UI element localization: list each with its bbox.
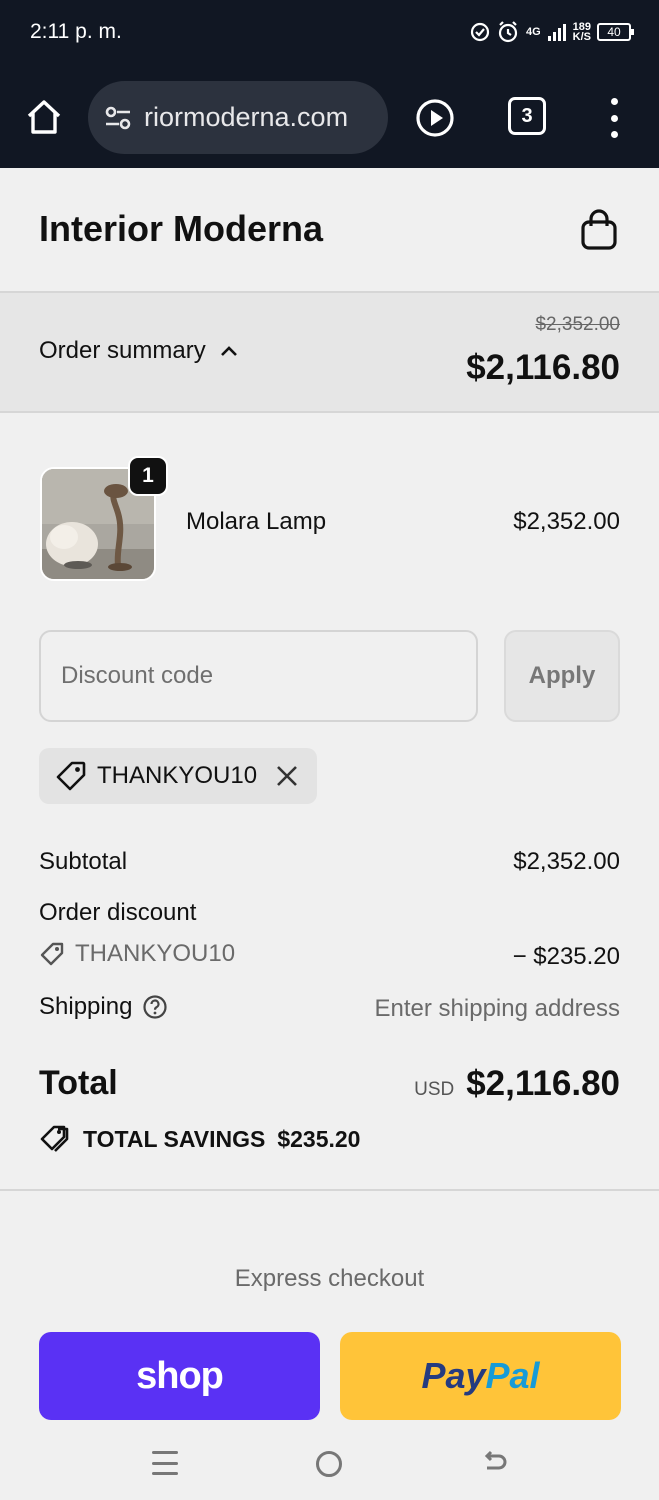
summary-total: $2,116.80: [466, 348, 620, 387]
divider: [0, 1189, 659, 1191]
paypal-button[interactable]: Pay Pal: [340, 1332, 621, 1420]
discount-code-text: THANKYOU10: [75, 940, 236, 967]
order-summary-label: Order summary: [39, 337, 206, 364]
signal-icon: [547, 24, 566, 41]
savings-tag-icon: [40, 1125, 69, 1152]
product-name: Molara Lamp: [186, 508, 327, 535]
shipping-value: Enter shipping address: [374, 995, 620, 1022]
chevron-up-icon: [220, 346, 237, 356]
discount-code-input[interactable]: [39, 630, 478, 722]
paypal-logo-part2: Pal: [485, 1355, 540, 1396]
tag-icon: [56, 761, 86, 791]
discount-code-line: THANKYOU10: [39, 940, 235, 968]
shipping-label-row: Shipping: [39, 993, 168, 1021]
tabs-icon[interactable]: 3: [508, 97, 546, 135]
subtotal-value: $2,352.00: [513, 848, 620, 875]
battery-icon: 40: [597, 23, 634, 41]
network-type: 4G: [525, 26, 541, 38]
site-settings-icon[interactable]: [102, 102, 134, 134]
total-value: $2,116.80: [466, 1064, 620, 1103]
tab-count: 3: [521, 104, 533, 127]
savings-value: $235.20: [277, 1125, 361, 1152]
original-total: $2,352.00: [535, 314, 620, 335]
paypal-logo-part1: Pay: [421, 1355, 486, 1396]
help-icon[interactable]: [142, 994, 168, 1020]
store-title[interactable]: Interior Moderna: [39, 208, 323, 250]
discount-value: − $235.20: [512, 943, 620, 970]
total-value-group: USD $2,116.80: [414, 1064, 620, 1104]
shop-logo: shop: [136, 1354, 224, 1397]
recent-apps-icon[interactable]: [152, 1451, 178, 1475]
product-price: $2,352.00: [513, 508, 620, 535]
express-checkout-label: Express checkout: [234, 1265, 425, 1292]
network-speed: 189 K/S: [572, 21, 591, 43]
status-icons: 4G 189 K/S 40: [470, 20, 634, 44]
shopping-bag-icon[interactable]: [578, 208, 620, 252]
address-bar[interactable]: riormoderna.com: [88, 81, 388, 154]
data-saver-icon: [470, 22, 490, 42]
tag-icon: [40, 942, 64, 966]
close-icon[interactable]: [273, 762, 301, 790]
shop-pay-button[interactable]: shop: [39, 1332, 320, 1420]
applied-code-text: THANKYOU10: [97, 762, 258, 789]
order-discount-label: Order discount: [39, 899, 197, 926]
divider: [0, 411, 659, 413]
total-savings: TOTAL SAVINGS $235.20: [39, 1124, 360, 1154]
savings-label: TOTAL SAVINGS: [83, 1125, 266, 1152]
shipping-label: Shipping: [39, 993, 133, 1020]
alarm-icon: [498, 21, 518, 43]
more-vert-icon[interactable]: [603, 98, 625, 138]
nav-home-icon[interactable]: [316, 1451, 342, 1477]
back-icon[interactable]: [481, 1449, 509, 1477]
home-icon[interactable]: [24, 97, 64, 137]
total-label: Total: [39, 1064, 118, 1102]
currency-label: USD: [414, 1079, 455, 1100]
order-summary-toggle[interactable]: Order summary: [39, 337, 238, 365]
applied-code-chip: THANKYOU10: [39, 748, 318, 804]
status-time: 2:11 p. m.: [30, 20, 122, 43]
url-text: riormoderna.com: [144, 102, 349, 132]
apply-button[interactable]: Apply: [504, 630, 620, 722]
quantity-badge: 1: [128, 456, 168, 496]
play-icon[interactable]: [414, 97, 456, 139]
subtotal-label: Subtotal: [39, 848, 128, 875]
